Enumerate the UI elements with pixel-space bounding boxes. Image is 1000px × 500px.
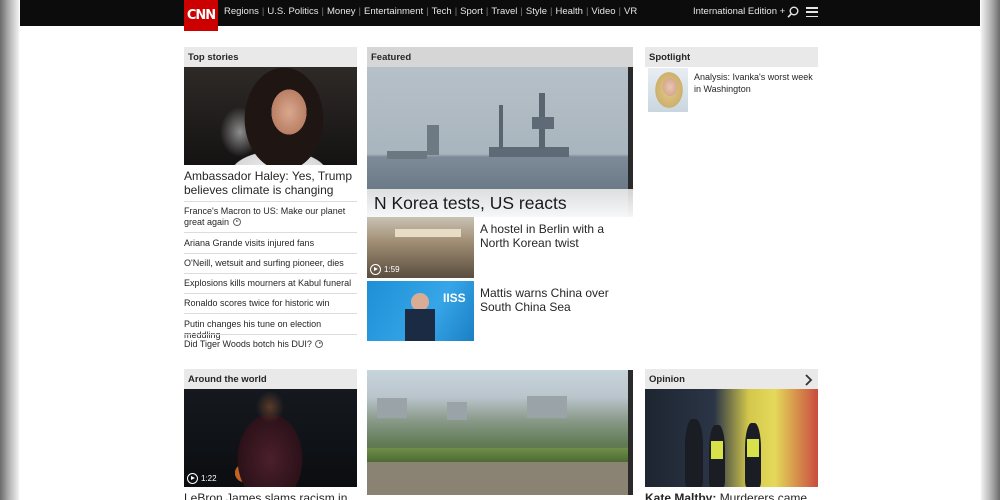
- list-item[interactable]: Explosions kills mourners at Kabul funer…: [184, 278, 357, 289]
- ivanka-photo[interactable]: [648, 68, 688, 112]
- divider: [184, 334, 357, 335]
- play-icon: [187, 473, 198, 484]
- divider: [184, 273, 357, 274]
- divider: [184, 232, 357, 233]
- nav-separator: |: [426, 6, 429, 17]
- nav-separator: |: [585, 6, 589, 17]
- edition-selector[interactable]: International Edition +: [693, 6, 785, 17]
- nav-tech[interactable]: Tech: [432, 6, 452, 17]
- around-world-lead[interactable]: LeBron James slams racism in: [184, 491, 357, 500]
- list-item[interactable]: Did Tiger Woods botch his DUI?: [184, 339, 357, 350]
- featured-item[interactable]: Mattis warns China over South China Sea: [480, 286, 633, 314]
- video-duration-badge: 1:22: [187, 473, 217, 484]
- video-duration-badge: 1:59: [370, 264, 400, 275]
- divider: [184, 201, 357, 202]
- spotlight-header: Spotlight: [645, 47, 818, 67]
- featured-item[interactable]: A hostel in Berlin with a North Korean t…: [480, 222, 633, 250]
- around-the-world-header: Around the world: [184, 369, 357, 389]
- list-item[interactable]: Putin changes his tune on election meddl…: [184, 319, 357, 341]
- nav-separator: |: [261, 6, 265, 17]
- city-development-photo[interactable]: [367, 370, 633, 495]
- top-stories-lead[interactable]: Ambassador Haley: Yes, Trump believes cl…: [184, 169, 357, 197]
- nav-separator: |: [358, 6, 361, 17]
- nav-separator: |: [520, 6, 523, 17]
- nav-vr[interactable]: VR: [624, 6, 637, 17]
- divider: [184, 253, 357, 254]
- featured-header: Featured: [367, 47, 633, 67]
- nav-style[interactable]: Style: [526, 6, 547, 17]
- play-icon: [370, 264, 381, 275]
- nav-sport[interactable]: Sport: [460, 6, 483, 17]
- nav-travel[interactable]: Travel: [491, 6, 517, 17]
- opinion-lead[interactable]: Kate Maltby: Murderers came: [645, 491, 818, 500]
- divider: [184, 313, 357, 314]
- nav-regions[interactable]: Regions: [224, 6, 259, 17]
- cnn-logo[interactable]: CNN: [184, 0, 218, 31]
- nav-separator: |: [454, 6, 458, 17]
- nav-separator: |: [550, 6, 553, 17]
- video-play-icon: [315, 340, 324, 348]
- spotlight-item[interactable]: Analysis: Ivanka's worst week in Washing…: [694, 72, 819, 95]
- divider: [184, 293, 357, 294]
- nav-separator: |: [485, 6, 489, 17]
- featured-headline[interactable]: N Korea tests, US reacts: [374, 193, 567, 214]
- list-item[interactable]: Ariana Grande visits injured fans: [184, 238, 357, 249]
- nav-separator: |: [618, 6, 622, 17]
- search-icon[interactable]: [787, 6, 799, 18]
- nav-health[interactable]: Health: [555, 6, 582, 17]
- nav-us-politics[interactable]: U.S. Politics: [267, 6, 318, 17]
- haley-photo[interactable]: [184, 67, 357, 165]
- mattis-photo[interactable]: IISS: [367, 281, 474, 341]
- nav-entertainment[interactable]: Entertainment: [364, 6, 423, 17]
- chevron-right-icon[interactable]: [799, 370, 818, 390]
- main-nav: Regions | U.S. Politics | Money | Entertain…: [224, 6, 637, 17]
- nav-separator: |: [321, 6, 325, 17]
- hamburger-menu-icon[interactable]: [806, 7, 818, 18]
- top-stories-header: Top stories: [184, 47, 357, 67]
- nav-money[interactable]: Money: [327, 6, 356, 17]
- nav-video[interactable]: Video: [591, 6, 615, 17]
- list-item[interactable]: Ronaldo scores twice for historic win: [184, 298, 357, 309]
- opinion-header: Opinion: [645, 369, 799, 389]
- video-play-icon: [232, 218, 241, 226]
- list-item[interactable]: O'Neill, wetsuit and surfing pioneer, di…: [184, 258, 357, 269]
- list-item[interactable]: France's Macron to US: Make our planet g…: [184, 206, 357, 228]
- opinion-photo[interactable]: [645, 389, 818, 487]
